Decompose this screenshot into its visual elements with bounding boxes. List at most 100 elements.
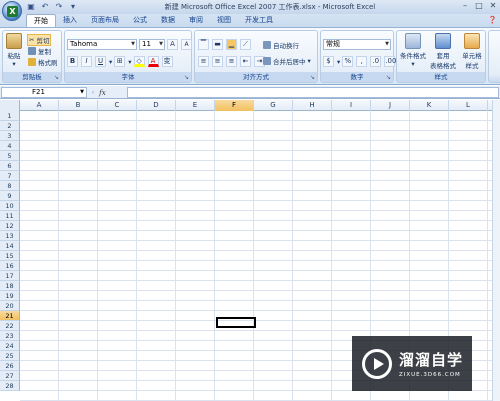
row-header[interactable]: 6: [0, 161, 20, 171]
font-name-select[interactable]: Tahoma ▼: [67, 39, 137, 50]
underline-button[interactable]: U: [95, 56, 106, 67]
row-header[interactable]: 14: [0, 241, 20, 251]
italic-button[interactable]: I: [81, 56, 92, 67]
select-all-button[interactable]: [0, 100, 20, 111]
column-header[interactable]: C: [98, 100, 137, 111]
phonetic-button[interactable]: 变: [161, 56, 173, 67]
column-header[interactable]: I: [332, 100, 371, 111]
row-header[interactable]: 20: [0, 301, 20, 311]
column-header[interactable]: J: [371, 100, 410, 111]
row-header[interactable]: 1: [0, 111, 20, 121]
column-header[interactable]: L: [449, 100, 488, 111]
row-header[interactable]: 15: [0, 251, 20, 261]
tab-page-layout[interactable]: 页面布局: [84, 14, 126, 27]
tab-developer[interactable]: 开发工具: [238, 14, 280, 27]
row-header[interactable]: 12: [0, 221, 20, 231]
column-header[interactable]: H: [293, 100, 332, 111]
column-header[interactable]: G: [254, 100, 293, 111]
row-header[interactable]: 19: [0, 291, 20, 301]
maximize-icon[interactable]: □: [472, 0, 486, 12]
number-format-select[interactable]: 常规 ▼: [323, 39, 391, 50]
chevron-down-icon[interactable]: ▾: [337, 58, 340, 66]
column-header[interactable]: E: [176, 100, 215, 111]
paste-button[interactable]: 粘贴 ▾: [6, 33, 22, 68]
help-icon[interactable]: ❓: [488, 16, 497, 24]
align-right-icon[interactable]: ≡: [226, 56, 237, 67]
row-header[interactable]: 21: [0, 311, 20, 321]
merge-center-button[interactable]: 合并后居中 ▾: [263, 56, 311, 66]
percent-button[interactable]: %: [342, 56, 354, 67]
tab-review[interactable]: 审阅: [182, 14, 210, 27]
row-header[interactable]: 22: [0, 321, 20, 331]
format-painter-button[interactable]: 格式刷: [28, 57, 58, 67]
row-header[interactable]: 2: [0, 121, 20, 131]
column-header[interactable]: F: [215, 100, 254, 111]
align-top-icon[interactable]: ▔: [198, 39, 209, 50]
row-header[interactable]: 18: [0, 281, 20, 291]
row-header[interactable]: 26: [0, 361, 20, 371]
borders-icon[interactable]: ⊞: [114, 56, 126, 67]
row-header[interactable]: 4: [0, 141, 20, 151]
align-middle-icon[interactable]: ▬: [212, 39, 223, 50]
row-header[interactable]: 10: [0, 201, 20, 211]
row-header[interactable]: 9: [0, 191, 20, 201]
wrap-text-button[interactable]: 自动换行: [263, 40, 299, 50]
tab-view[interactable]: 视图: [210, 14, 238, 27]
insert-function-button[interactable]: fx: [99, 89, 106, 97]
column-header[interactable]: D: [137, 100, 176, 111]
minimize-icon[interactable]: –: [458, 0, 472, 12]
row-header[interactable]: 23: [0, 331, 20, 341]
font-size-select[interactable]: 11 ▼: [139, 39, 165, 50]
column-header[interactable]: A: [20, 100, 59, 111]
grow-font-button[interactable]: A: [167, 39, 178, 50]
row-header[interactable]: 25: [0, 351, 20, 361]
decrease-indent-icon[interactable]: ⇤: [240, 56, 251, 67]
chevron-down-icon[interactable]: ▾: [128, 58, 131, 66]
tab-formulas[interactable]: 公式: [126, 14, 154, 27]
formula-input[interactable]: [127, 87, 499, 98]
name-box[interactable]: F21 ▼: [1, 87, 87, 98]
comma-button[interactable]: ,: [356, 56, 368, 67]
row-header[interactable]: 8: [0, 181, 20, 191]
orientation-icon[interactable]: ⟋: [240, 39, 251, 50]
decrease-decimal-icon[interactable]: .00: [384, 56, 396, 67]
tab-home[interactable]: 开始: [26, 14, 56, 27]
align-left-icon[interactable]: ≡: [198, 56, 209, 67]
dialog-launcher-icon[interactable]: ↘: [386, 74, 391, 81]
row-header[interactable]: 13: [0, 231, 20, 241]
row-header[interactable]: 5: [0, 151, 20, 161]
row-header[interactable]: 11: [0, 211, 20, 221]
column-header[interactable]: B: [59, 100, 98, 111]
font-color-button[interactable]: A: [147, 56, 159, 67]
tab-insert[interactable]: 插入: [56, 14, 84, 27]
conditional-format-button[interactable]: 条件格式 ▾: [399, 33, 427, 68]
increase-decimal-icon[interactable]: .0: [370, 56, 382, 67]
row-header[interactable]: 24: [0, 341, 20, 351]
shrink-font-button[interactable]: A: [181, 39, 192, 50]
row-header[interactable]: 28: [0, 381, 20, 391]
dialog-launcher-icon[interactable]: ↘: [184, 74, 189, 81]
currency-icon[interactable]: $: [323, 56, 334, 67]
active-cell[interactable]: [216, 317, 256, 328]
office-button[interactable]: X: [2, 1, 22, 21]
fill-color-icon[interactable]: ◇: [133, 56, 145, 67]
cut-button[interactable]: ✂ 剪切: [27, 34, 52, 46]
align-bottom-icon[interactable]: ▁: [226, 39, 237, 50]
align-center-icon[interactable]: ≡: [212, 56, 223, 67]
row-header[interactable]: 16: [0, 261, 20, 271]
chevron-down-icon[interactable]: ▾: [109, 58, 112, 66]
table-format-button[interactable]: 套用 表格格式: [428, 33, 458, 70]
row-header[interactable]: 3: [0, 131, 20, 141]
close-icon[interactable]: ✕: [486, 0, 500, 12]
row-header[interactable]: 7: [0, 171, 20, 181]
cell-styles-button[interactable]: 单元格 样式: [459, 33, 485, 70]
row-header[interactable]: 17: [0, 271, 20, 281]
row-header[interactable]: 27: [0, 371, 20, 381]
vertical-scrollbar[interactable]: [492, 100, 500, 401]
copy-button[interactable]: 复制: [28, 46, 51, 56]
dialog-launcher-icon[interactable]: ↘: [54, 74, 59, 81]
column-header[interactable]: K: [410, 100, 449, 111]
dialog-launcher-icon[interactable]: ↘: [310, 74, 315, 81]
bold-button[interactable]: B: [67, 56, 78, 67]
tab-data[interactable]: 数据: [154, 14, 182, 27]
